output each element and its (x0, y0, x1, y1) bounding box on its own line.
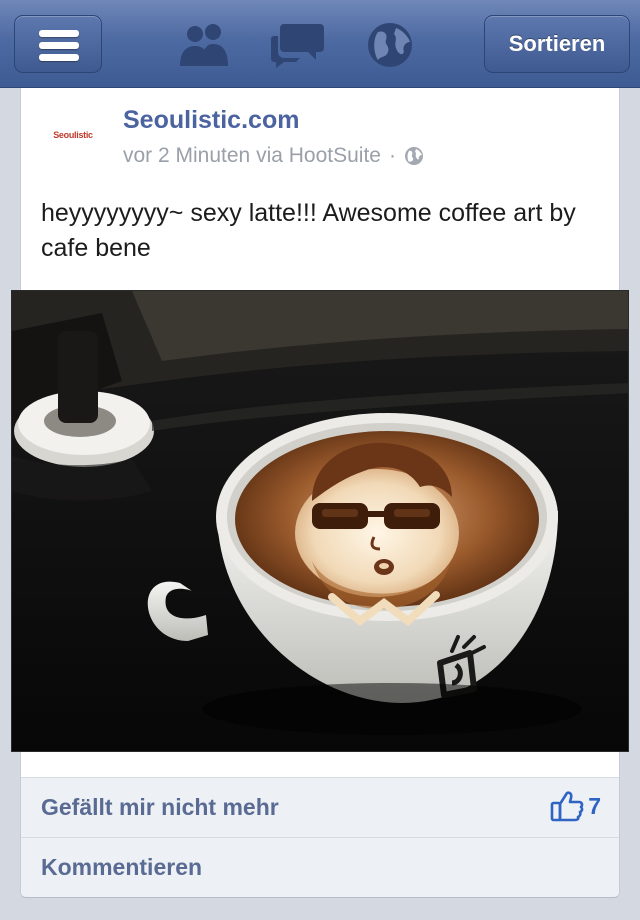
post-meta: vor 2 Minuten via HootSuite · (123, 144, 424, 168)
unlike-button[interactable]: Gefällt mir nicht mehr (41, 794, 279, 821)
thumbs-up-icon (550, 791, 584, 822)
top-navigation-bar: Sortieren (0, 0, 640, 88)
globe-icon[interactable] (362, 20, 418, 70)
post-photo[interactable] (11, 290, 629, 752)
post-author[interactable]: Seoulistic.com (123, 106, 299, 135)
menu-button[interactable] (14, 15, 102, 73)
privacy-globe-icon (404, 147, 423, 165)
latte-art-photo (12, 291, 628, 751)
post-message: heyyyyyyyy~ sexy latte!!! Awesome coffee… (41, 199, 576, 262)
meta-separator: · (388, 144, 396, 167)
like-count: 7 (588, 792, 601, 819)
comment-row[interactable]: Kommentieren (21, 838, 619, 897)
unlike-row[interactable]: Gefällt mir nicht mehr 7 (21, 778, 619, 837)
hamburger-bar (39, 42, 79, 49)
like-counter[interactable]: 7 (550, 790, 601, 822)
avatar-logo-text: Seoulistic (53, 130, 93, 140)
hamburger-bar (39, 54, 79, 61)
sort-button[interactable]: Sortieren (484, 15, 630, 73)
friends-icon[interactable] (176, 20, 232, 70)
avatar[interactable]: Seoulistic (51, 124, 95, 146)
comment-button[interactable]: Kommentieren (41, 854, 202, 881)
post-timestamp: vor 2 Minuten via HootSuite (123, 144, 381, 167)
chat-bubbles-icon[interactable] (270, 20, 326, 70)
hamburger-menu-icon (39, 30, 79, 37)
